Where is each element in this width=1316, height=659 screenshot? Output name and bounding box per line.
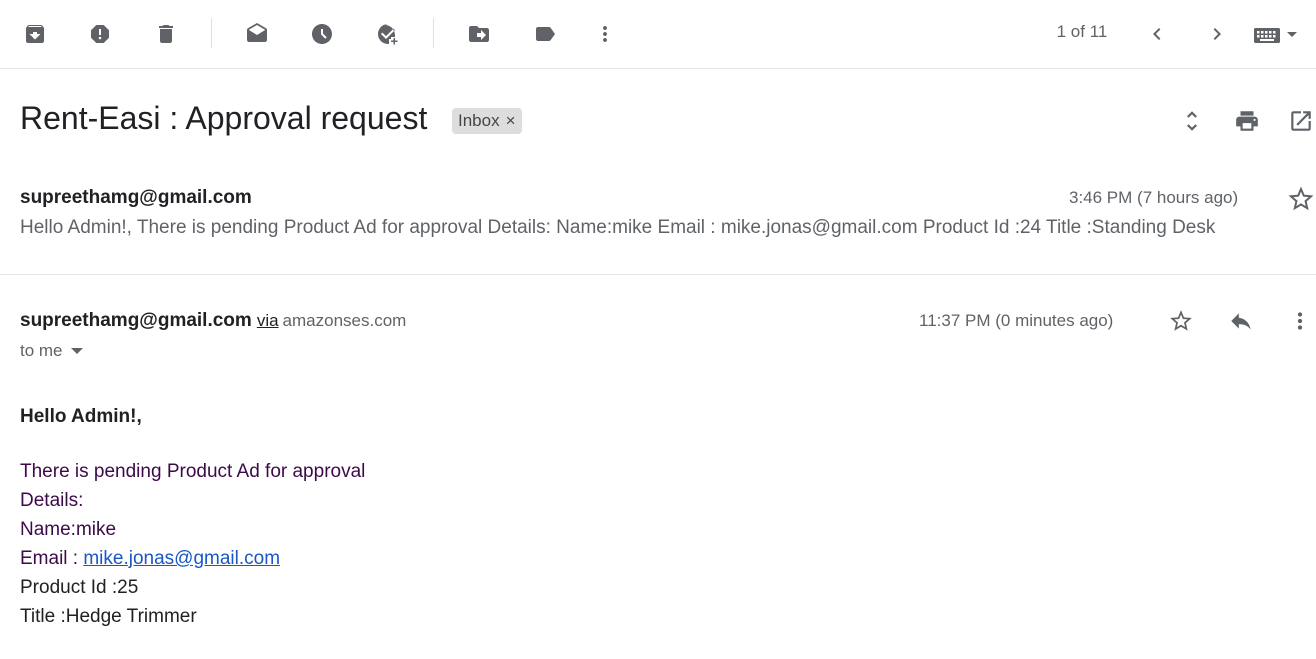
- toolbar-separator: [211, 18, 212, 48]
- newer-chevron-left-icon[interactable]: [1137, 14, 1177, 54]
- pager-count: 1 of 11: [1056, 22, 1108, 41]
- thread-subject: Rent-Easi : Approval request: [20, 100, 428, 136]
- message1-star-icon[interactable]: [1286, 184, 1316, 214]
- snooze-icon[interactable]: [302, 14, 342, 54]
- open-in-new-window-icon[interactable]: [1284, 104, 1316, 138]
- body-line-approval: There is pending Product Ad for approval: [20, 461, 366, 482]
- message2-sender[interactable]: supreethamg@gmail.com: [20, 310, 252, 331]
- print-icon[interactable]: [1230, 104, 1264, 138]
- move-to-icon[interactable]: [459, 14, 499, 54]
- expand-all-unfold-icon[interactable]: [1175, 104, 1209, 138]
- recipient-text: to me: [20, 341, 63, 360]
- inbox-label-text: Inbox: [458, 111, 500, 130]
- more-vert-icon[interactable]: [585, 14, 625, 54]
- toolbar-separator: [433, 18, 434, 48]
- archive-icon[interactable]: [15, 14, 55, 54]
- body-email-link[interactable]: mike.jonas@gmail.com: [83, 548, 280, 569]
- reply-icon[interactable]: [1225, 305, 1257, 337]
- body-email-prefix: Email :: [20, 548, 84, 569]
- remove-label-close-icon[interactable]: ×: [506, 111, 516, 131]
- body-line-details: Details:: [20, 490, 84, 511]
- message1-sender[interactable]: supreethamg@gmail.com: [20, 187, 252, 209]
- report-spam-icon[interactable]: [80, 14, 120, 54]
- via-domain: amazonses.com: [282, 311, 407, 330]
- label-icon[interactable]: [525, 14, 565, 54]
- mark-unread-icon[interactable]: [237, 14, 277, 54]
- message2-sender-line: supreethamg@gmail.com via amazonses.com: [20, 310, 406, 332]
- toolbar: 1 of 11: [0, 0, 1316, 69]
- body-greeting: Hello Admin!,: [20, 406, 142, 427]
- message2-timestamp: 11:37 PM (0 minutes ago): [919, 311, 1114, 330]
- body-line-title: Title :Hedge Trimmer: [20, 606, 197, 627]
- message-more-vert-icon[interactable]: [1284, 305, 1316, 337]
- body-line-name: Name:mike: [20, 519, 117, 540]
- show-details-chevron-down-icon[interactable]: [70, 347, 83, 355]
- body-line-product-id: Product Id :25: [20, 577, 139, 598]
- message2-star-icon[interactable]: [1165, 305, 1197, 337]
- message1-snippet[interactable]: Hello Admin!, There is pending Product A…: [20, 217, 1215, 239]
- recipient-details-toggle[interactable]: to me: [20, 341, 83, 361]
- via-link[interactable]: via: [257, 311, 279, 330]
- inbox-label-chip[interactable]: Inbox ×: [452, 108, 522, 134]
- add-to-tasks-icon[interactable]: [368, 14, 408, 54]
- message-divider: [0, 274, 1316, 275]
- message1-timestamp: 3:46 PM (7 hours ago): [1069, 188, 1239, 207]
- body-line-email: Email : mike.jonas@gmail.com: [20, 548, 280, 570]
- older-chevron-right-icon[interactable]: [1197, 14, 1237, 54]
- input-tools-keyboard-icon[interactable]: [1252, 22, 1312, 48]
- delete-icon[interactable]: [146, 14, 186, 54]
